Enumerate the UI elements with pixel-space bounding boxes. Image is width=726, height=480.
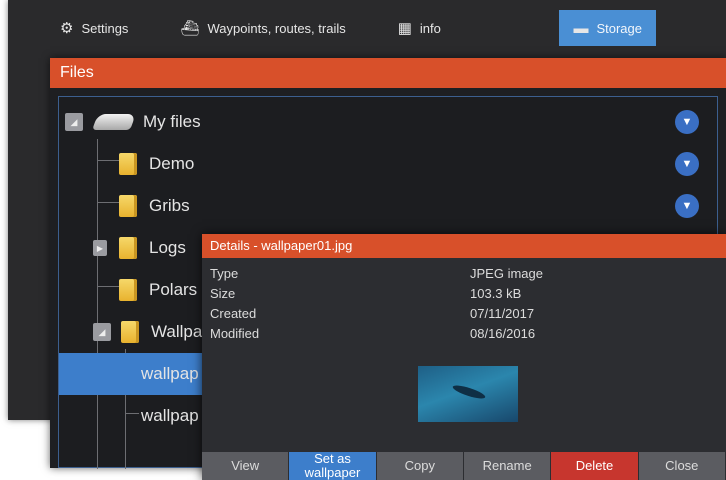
detail-key-created: Created xyxy=(210,306,257,321)
image-preview xyxy=(418,366,518,422)
folder-icon xyxy=(119,195,137,217)
tree-item-label: Polars xyxy=(149,280,198,299)
top-menu-bar: ⚙ Settings ⛴ Waypoints, routes, trails ▦… xyxy=(8,6,726,50)
tab-info[interactable]: ▦ info xyxy=(386,10,453,46)
info-icon: ▦ xyxy=(397,20,412,37)
tree-item-label: Gribs xyxy=(149,196,190,215)
tab-storage-label: Storage xyxy=(596,20,642,36)
tab-settings-label: Settings xyxy=(81,20,129,36)
folder-icon xyxy=(121,321,139,343)
files-title: Files xyxy=(50,58,726,88)
tree-item-label: Wallpa xyxy=(151,322,203,341)
chevron-down-icon[interactable]: ▼ xyxy=(675,110,699,134)
view-button[interactable]: View xyxy=(202,452,290,480)
tree-item-label: My files xyxy=(143,112,201,131)
tab-waypoints-label: Waypoints, routes, trails xyxy=(207,20,346,36)
rename-button[interactable]: Rename xyxy=(463,452,552,480)
details-title: Details - wallpaper01.jpg xyxy=(202,234,726,258)
tree-item-label: Logs xyxy=(149,238,186,257)
drive-icon xyxy=(92,114,136,130)
tree-item-label: wallpap xyxy=(141,364,199,383)
tree-item-demo[interactable]: Demo ▼ xyxy=(59,143,717,185)
detail-value-created: 07/11/2017 xyxy=(470,306,535,321)
tree-item-my-files[interactable]: ◢ My files ▼ xyxy=(59,101,717,143)
detail-key-type: Type xyxy=(210,266,239,281)
folder-icon xyxy=(119,237,137,259)
tree-item-label: wallpap xyxy=(141,406,199,425)
chevron-down-icon[interactable]: ▼ xyxy=(675,194,699,218)
gear-icon: ⚙ xyxy=(60,20,74,37)
tree-item-label: Demo xyxy=(149,154,195,173)
folder-icon: ▬ xyxy=(573,19,589,37)
tab-settings[interactable]: ⚙ Settings xyxy=(48,10,140,46)
detail-key-modified: Modified xyxy=(210,326,260,341)
details-dialog: Details - wallpaper01.jpg Type JPEG imag… xyxy=(202,234,726,480)
tab-info-label: info xyxy=(419,20,441,36)
set-wallpaper-button[interactable]: Set as wallpaper xyxy=(289,452,377,480)
tab-storage[interactable]: ▬ Storage xyxy=(559,10,656,46)
chevron-down-icon[interactable]: ▼ xyxy=(675,152,699,176)
preview-subject xyxy=(451,382,487,402)
folder-icon xyxy=(119,153,137,175)
detail-value-modified: 08/16/2016 xyxy=(470,326,536,341)
tree-item-gribs[interactable]: Gribs ▼ xyxy=(59,185,717,227)
close-button[interactable]: Close xyxy=(638,452,726,480)
boat-icon: ⛴ xyxy=(180,20,200,37)
expand-icon[interactable]: ▶ xyxy=(93,240,107,256)
detail-value-type: JPEG image xyxy=(470,266,543,281)
delete-button[interactable]: Delete xyxy=(551,452,639,480)
detail-key-size: Size xyxy=(210,286,236,301)
collapse-icon[interactable]: ◢ xyxy=(93,323,111,341)
folder-icon xyxy=(119,279,137,301)
dialog-button-bar: View Set as wallpaper Copy Rename Delete… xyxy=(202,452,726,480)
tab-waypoints[interactable]: ⛴ Waypoints, routes, trails xyxy=(168,10,357,46)
copy-button[interactable]: Copy xyxy=(376,452,464,480)
detail-value-size: 103.3 kB xyxy=(470,286,522,301)
collapse-icon[interactable]: ◢ xyxy=(65,113,83,131)
